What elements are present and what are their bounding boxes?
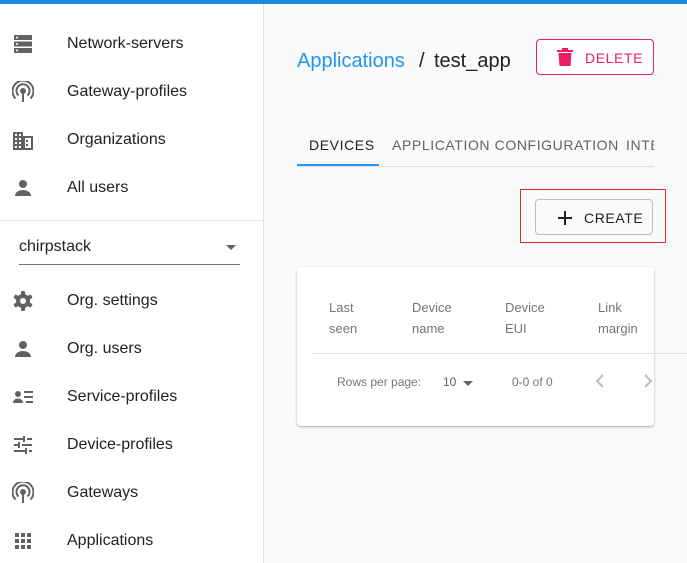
sidebar-item-org-users[interactable]: Org. users — [0, 325, 264, 373]
table-header-divider — [312, 353, 654, 354]
rows-per-page-select[interactable]: 10 — [442, 371, 476, 393]
breadcrumb-separator: / — [419, 50, 425, 72]
sidebar-item-service-profiles[interactable]: Service-profiles — [0, 373, 264, 421]
gear-icon — [12, 290, 34, 312]
building-icon — [12, 129, 34, 151]
sidebar-divider — [0, 220, 264, 221]
sidebar-item-applications[interactable]: Applications — [0, 517, 264, 563]
sliders-icon — [12, 434, 34, 456]
sidebar-item-org-settings[interactable]: Org. settings — [0, 277, 264, 325]
pagination-range: 0-0 of 0 — [512, 375, 553, 389]
previous-page-button[interactable] — [589, 369, 611, 393]
column-header-device-eui[interactable]: Device EUI — [505, 297, 545, 339]
chevron-right-icon — [644, 374, 653, 388]
radio-tower-icon — [12, 81, 34, 103]
sidebar-item-gateway-profiles[interactable]: Gateway-profiles — [0, 68, 264, 116]
organization-select-value: chirpstack — [19, 238, 92, 255]
sidebar-item-all-users[interactable]: All users — [0, 164, 264, 212]
sidebar-item-organizations[interactable]: Organizations — [0, 116, 264, 164]
sidebar-item-label: Gateways — [67, 484, 139, 501]
column-header-last-seen[interactable]: Last seen — [329, 297, 357, 339]
person-icon — [12, 177, 34, 199]
column-header-device-name[interactable]: Device name — [412, 297, 452, 339]
page-title: test_app — [434, 50, 511, 72]
sidebar-item-label: Applications — [67, 532, 154, 549]
apps-grid-icon — [12, 530, 34, 552]
tab-integrations[interactable]: INTE — [626, 124, 654, 166]
chevron-down-icon — [463, 381, 473, 386]
sidebar: Network-servers Gateway-profiles Organiz… — [0, 4, 264, 563]
trash-icon — [557, 48, 573, 66]
server-icon — [12, 33, 34, 55]
rows-per-page-value: 10 — [443, 375, 457, 389]
sidebar-item-device-profiles[interactable]: Device-profiles — [0, 421, 264, 469]
account-list-icon — [12, 386, 34, 408]
column-header-link-margin[interactable]: Link margin — [598, 297, 638, 339]
active-tab-indicator — [297, 164, 379, 166]
tab-devices[interactable]: DEVICES — [309, 124, 375, 166]
sidebar-item-gateways[interactable]: Gateways — [0, 469, 264, 517]
sidebar-item-network-servers[interactable]: Network-servers — [0, 20, 264, 68]
radio-tower-icon — [12, 482, 34, 504]
sidebar-item-label: Org. users — [67, 340, 142, 357]
sidebar-item-label: All users — [67, 179, 129, 196]
create-button-label: CREATE — [584, 210, 644, 226]
organization-select[interactable]: chirpstack — [19, 232, 240, 265]
delete-button[interactable]: DELETE — [536, 39, 654, 75]
devices-table-card: Last seen Device name Device EUI Link ma… — [297, 267, 654, 426]
tab-application-configuration[interactable]: APPLICATION CONFIGURATION — [392, 124, 619, 166]
breadcrumb-applications-link[interactable]: Applications — [297, 50, 405, 73]
sidebar-item-label: Organizations — [67, 131, 166, 148]
rows-per-page-label: Rows per page: — [337, 375, 422, 389]
sidebar-item-label: Service-profiles — [67, 388, 178, 405]
person-icon — [12, 338, 34, 360]
chevron-down-icon — [226, 245, 236, 250]
chevron-left-icon — [595, 374, 604, 388]
create-device-button[interactable]: CREATE — [535, 199, 653, 235]
table-header-divider-overflow — [655, 353, 687, 354]
sidebar-item-label: Gateway-profiles — [67, 83, 188, 100]
sidebar-item-label: Device-profiles — [67, 436, 173, 453]
delete-button-label: DELETE — [585, 50, 644, 66]
plus-icon — [556, 209, 574, 227]
next-page-button[interactable] — [637, 369, 654, 393]
sidebar-item-label: Network-servers — [67, 35, 184, 52]
sidebar-item-label: Org. settings — [67, 292, 158, 309]
application-tabs: DEVICES APPLICATION CONFIGURATION INTE — [297, 124, 654, 167]
